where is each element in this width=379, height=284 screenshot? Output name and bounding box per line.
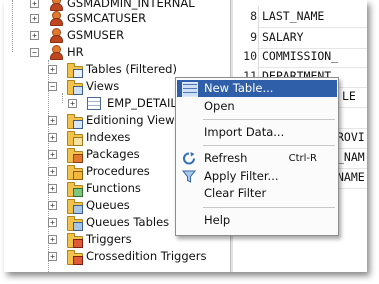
table-row[interactable]: 10 COMMISSION_	[233, 46, 367, 68]
queues-folder-icon	[67, 199, 83, 214]
tree-item-label: Views	[86, 79, 120, 93]
menu-item-label: Refresh	[204, 151, 248, 165]
tables-folder-icon	[67, 63, 83, 78]
views-folder-icon	[67, 80, 83, 95]
packages-folder-icon	[67, 148, 83, 163]
expand-icon[interactable]: +	[68, 99, 77, 108]
column-name-cell: LE	[342, 89, 356, 103]
tree-item-label: EMP_DETAILS	[107, 96, 185, 110]
row-number: 9	[233, 27, 257, 48]
column-name-cell: SALARY	[262, 30, 304, 44]
context-menu: New Table... Open Import Data... Refresh…	[175, 77, 339, 236]
menu-separator	[203, 145, 335, 146]
menu-item-label: Open	[204, 99, 235, 113]
column-name-cell: _NAM	[337, 150, 365, 164]
tree-item-crossedition-triggers[interactable]: + Crossedition Triggers	[4, 248, 230, 265]
expand-icon[interactable]: +	[48, 201, 57, 210]
column-name-cell: COMMISSION_	[262, 49, 339, 63]
expand-icon[interactable]: +	[48, 133, 57, 142]
crossedition-triggers-folder-icon	[67, 250, 83, 265]
view-icon	[87, 97, 101, 110]
indexes-folder-icon	[67, 131, 83, 146]
collapse-icon[interactable]: −	[48, 82, 57, 91]
menu-item-open[interactable]: Open	[177, 98, 337, 115]
tree-item-label: Tables (Filtered)	[86, 62, 177, 76]
menu-item-apply-filter[interactable]: Apply Filter...	[177, 168, 337, 185]
menu-item-label: Import Data...	[204, 125, 285, 139]
tree-item-label: Indexes	[86, 130, 131, 144]
tree-item-tables[interactable]: + Tables (Filtered)	[4, 61, 230, 78]
triggers-folder-icon	[67, 233, 83, 248]
expand-icon[interactable]: +	[48, 252, 57, 261]
menu-item-shortcut: Ctrl-R	[288, 153, 317, 164]
tree-item-label: Editioning Views	[86, 113, 181, 127]
expand-icon[interactable]: +	[48, 65, 57, 74]
menu-item-refresh[interactable]: Refresh Ctrl-R	[177, 150, 337, 167]
new-table-icon	[182, 82, 198, 97]
tree-item-gsmcatuser[interactable]: + GSMCATUSER	[4, 10, 230, 27]
expand-icon[interactable]: +	[48, 167, 57, 176]
expand-icon[interactable]: +	[30, 0, 39, 8]
table-row[interactable]: 8 LAST_NAME	[233, 6, 367, 28]
user-icon	[49, 28, 63, 43]
app-window: + GSMADMIN_INTERNAL + GSMCATUSER + GSMUS…	[4, 0, 367, 272]
user-icon	[49, 11, 63, 26]
refresh-icon	[182, 152, 196, 165]
menu-item-new-table[interactable]: New Table...	[177, 80, 337, 97]
menu-item-import-data[interactable]: Import Data...	[177, 124, 337, 141]
functions-folder-icon	[67, 182, 83, 197]
expand-icon[interactable]: +	[48, 150, 57, 159]
column-name-cell: NAME	[337, 170, 365, 184]
collapse-icon[interactable]: −	[30, 48, 39, 57]
tree-item-gsmuser[interactable]: + GSMUSER	[4, 27, 230, 44]
user-icon	[49, 45, 63, 60]
menu-item-label: New Table...	[204, 81, 274, 95]
row-number: 8	[233, 6, 257, 27]
tree-item-label: Functions	[86, 181, 141, 195]
menu-item-label: Help	[204, 213, 231, 227]
tree-item-label: Triggers	[86, 232, 132, 246]
menu-item-help[interactable]: Help	[177, 212, 337, 229]
menu-item-label: Clear Filter	[204, 186, 267, 200]
tree-item-label: GSMCATUSER	[67, 11, 147, 25]
expand-icon[interactable]: +	[48, 218, 57, 227]
menu-separator	[203, 207, 335, 208]
tree-item-label: Queues	[86, 198, 130, 212]
menu-item-clear-filter[interactable]: Clear Filter	[177, 185, 337, 202]
tree-item-label: Packages	[86, 147, 140, 161]
editioning-views-folder-icon	[67, 114, 83, 129]
expand-icon[interactable]: +	[48, 116, 57, 125]
tree-item-hr[interactable]: − HR	[4, 44, 230, 61]
tree-item-label: Crossedition Triggers	[86, 249, 207, 263]
tree-item-label: GSMUSER	[67, 28, 125, 42]
expand-icon[interactable]: +	[30, 14, 39, 23]
tree-item-label: HR	[67, 45, 84, 59]
user-icon	[49, 0, 63, 11]
tree-item-label: Procedures	[86, 164, 150, 178]
procedures-folder-icon	[67, 165, 83, 180]
column-name-cell: LAST_NAME	[262, 9, 325, 23]
queues-tables-folder-icon	[67, 216, 83, 231]
menu-separator	[203, 119, 335, 120]
expand-icon[interactable]: +	[48, 184, 57, 193]
tree-item-label: Queues Tables	[86, 215, 170, 229]
row-number: 10	[233, 46, 257, 67]
filter-icon	[181, 170, 197, 183]
expand-icon[interactable]: +	[30, 31, 39, 40]
column-name-cell: ROVI	[337, 130, 365, 144]
menu-item-label: Apply Filter...	[204, 169, 279, 183]
expand-icon[interactable]: +	[48, 235, 57, 244]
